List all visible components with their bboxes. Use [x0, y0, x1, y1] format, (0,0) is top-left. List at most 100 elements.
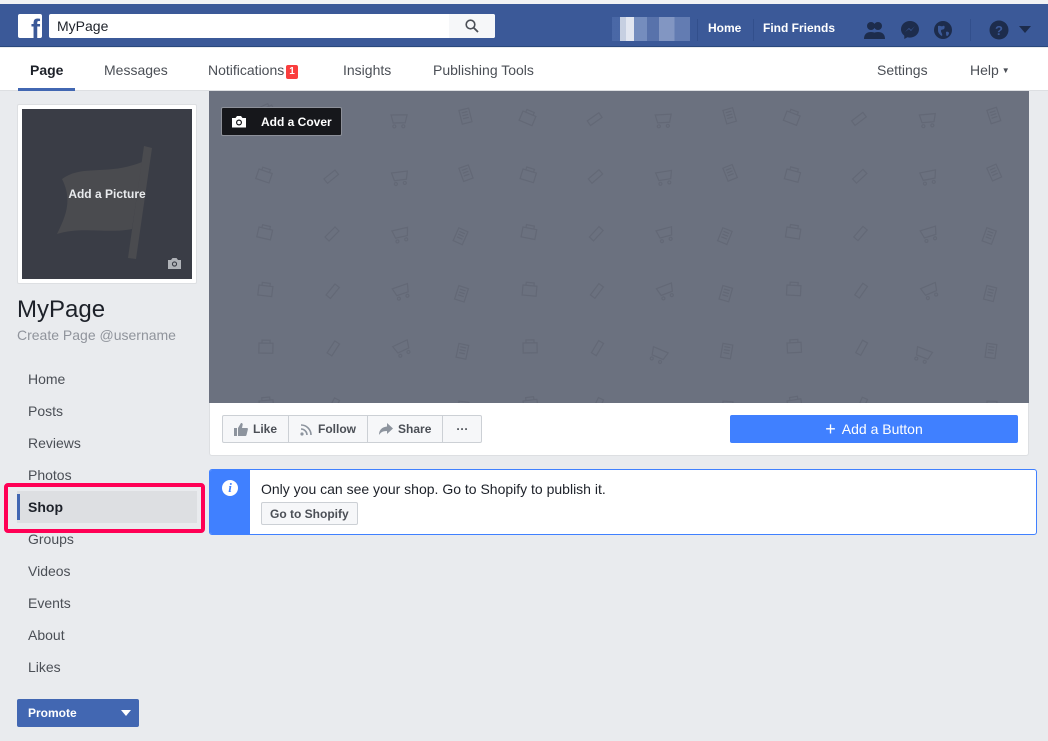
- pattern-icon: [453, 284, 470, 303]
- messenger-icon[interactable]: [899, 19, 921, 41]
- pattern-icon: [851, 168, 868, 184]
- pattern-icon: [984, 342, 998, 360]
- sidebar-item-about[interactable]: About: [17, 619, 197, 651]
- help-icon[interactable]: ?: [988, 19, 1010, 41]
- more-options-button[interactable]: ···: [443, 416, 481, 442]
- pattern-icon: [391, 226, 409, 244]
- share-button[interactable]: Share: [368, 416, 444, 442]
- info-icon: i: [222, 480, 238, 496]
- pattern-icon: [919, 225, 938, 243]
- divider: [697, 19, 698, 41]
- promote-label: Promote: [28, 706, 77, 720]
- pattern-icon: [391, 338, 411, 358]
- tab-publishing-tools[interactable]: Publishing Tools: [433, 62, 534, 78]
- profile-picture[interactable]: Add a Picture: [17, 104, 197, 284]
- search-icon: [465, 19, 479, 33]
- sidebar-item-posts[interactable]: Posts: [17, 395, 197, 427]
- top-navigation-bar: f Home Find Friends ?: [0, 4, 1048, 47]
- home-link[interactable]: Home: [708, 21, 741, 35]
- create-username-link[interactable]: Create Page @username: [17, 327, 176, 343]
- sidebar-item-videos[interactable]: Videos: [17, 555, 197, 587]
- pattern-icon: [785, 281, 802, 297]
- tab-settings[interactable]: Settings: [877, 62, 928, 78]
- pattern-icon: [982, 284, 998, 303]
- pattern-icon: [855, 396, 869, 403]
- pattern-icon: [852, 225, 869, 242]
- pattern-icon: [522, 339, 538, 354]
- account-menu-caret-icon[interactable]: [1014, 19, 1036, 41]
- tab-notifications-label: Notifications: [208, 62, 285, 78]
- friend-requests-icon[interactable]: [864, 19, 886, 41]
- add-cover-button[interactable]: Add a Cover: [221, 107, 342, 136]
- search-box: [49, 14, 495, 38]
- pattern-icon: [390, 170, 409, 187]
- like-button[interactable]: Like: [223, 416, 290, 442]
- promote-button[interactable]: Promote: [17, 699, 139, 727]
- tab-page[interactable]: Page: [30, 62, 63, 78]
- pattern-icon: [258, 339, 274, 354]
- pattern-icon: [254, 166, 273, 184]
- pattern-icon: [850, 111, 868, 127]
- page-title: MyPage: [17, 296, 106, 323]
- go-to-shopify-button[interactable]: Go to Shopify: [261, 502, 358, 525]
- sidebar-item-groups[interactable]: Groups: [17, 523, 197, 555]
- sidebar-item-shop[interactable]: Shop: [17, 491, 197, 523]
- shop-visibility-notice: i Only you can see your shop. Go to Shop…: [209, 469, 1037, 535]
- notification-count-badge: 1: [286, 65, 298, 79]
- pattern-icon: [520, 223, 538, 241]
- pattern-icon: [323, 169, 340, 185]
- pattern-icon: [654, 113, 672, 129]
- more-icon: ···: [456, 422, 469, 436]
- share-label: Share: [398, 422, 432, 436]
- divider: [753, 19, 754, 41]
- pattern-icon: [782, 108, 801, 127]
- pattern-icon: [716, 226, 733, 246]
- pattern-icon: [719, 342, 734, 360]
- camera-icon: [232, 116, 246, 128]
- pattern-icon: [586, 111, 603, 127]
- plus-icon: +: [825, 419, 836, 439]
- pattern-icon: [854, 339, 869, 357]
- pattern-icon: [655, 282, 674, 301]
- pattern-icon: [654, 169, 673, 186]
- pattern-icon: [591, 396, 605, 403]
- search-input[interactable]: [49, 14, 449, 38]
- tab-insights[interactable]: Insights: [343, 62, 391, 78]
- pattern-icon: [522, 396, 539, 403]
- add-picture-label: Add a Picture: [68, 187, 146, 201]
- cover-pattern-background: [254, 102, 1003, 403]
- pattern-icon: [918, 169, 937, 186]
- tab-notifications[interactable]: Notifications 1: [208, 62, 298, 79]
- pattern-icon: [326, 340, 341, 357]
- sidebar-item-photos[interactable]: Photos: [17, 459, 197, 491]
- notifications-globe-icon[interactable]: [932, 19, 954, 41]
- pattern-icon: [986, 106, 1002, 125]
- tab-help[interactable]: Help ▼: [970, 62, 1010, 78]
- sidebar-item-home[interactable]: Home: [17, 363, 197, 395]
- sidebar-item-likes[interactable]: Likes: [17, 651, 197, 683]
- follow-button[interactable]: Follow: [289, 416, 369, 442]
- tab-messages[interactable]: Messages: [104, 62, 168, 78]
- find-friends-link[interactable]: Find Friends: [763, 21, 835, 35]
- facebook-logo-icon[interactable]: f: [18, 14, 42, 38]
- profile-link-redacted[interactable]: [612, 17, 690, 41]
- divider: [970, 19, 971, 41]
- sidebar-item-reviews[interactable]: Reviews: [17, 427, 197, 459]
- pattern-icon: [458, 107, 473, 125]
- page-action-buttons: Like Follow Share ···: [222, 415, 483, 443]
- pattern-icon: [257, 281, 274, 298]
- page-navigation: Page Messages Notifications 1 Insights Pu…: [0, 48, 1048, 91]
- rss-follow-icon: [300, 423, 312, 436]
- camera-icon[interactable]: [167, 257, 182, 269]
- pattern-icon: [718, 284, 734, 303]
- pattern-icon: [390, 114, 408, 129]
- search-button[interactable]: [449, 14, 495, 38]
- sidebar-item-events[interactable]: Events: [17, 587, 197, 619]
- cover-photo[interactable]: Add a Cover: [209, 91, 1029, 403]
- pattern-icon: [324, 226, 340, 242]
- share-arrow-icon: [379, 423, 394, 435]
- pattern-icon: [521, 281, 538, 297]
- promote-dropdown-caret-icon[interactable]: [121, 710, 131, 716]
- pattern-icon: [981, 226, 998, 246]
- add-a-button[interactable]: + Add a Button: [730, 415, 1018, 443]
